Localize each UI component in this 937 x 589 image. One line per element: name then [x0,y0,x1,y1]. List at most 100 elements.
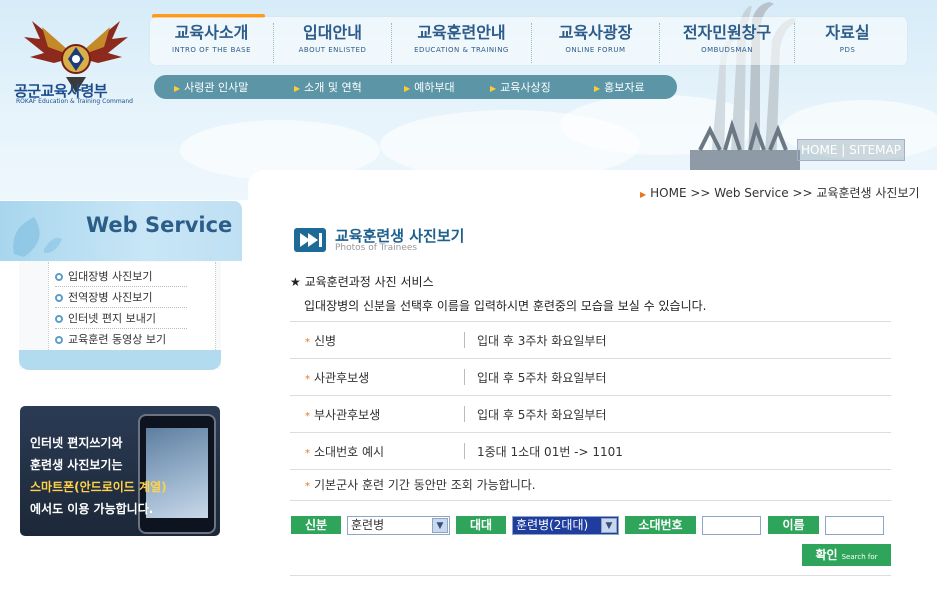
bullet-icon [55,315,63,323]
leaf-icon [13,217,62,257]
info-value: 1중대 1소대 01번 -> 1101 [477,445,623,459]
nav-label: 교육훈련안내 [417,23,506,42]
arrow-icon: ▶ [594,84,601,93]
nav-item-education[interactable]: 교육훈련안내 EDUCATION & TRAINING [392,23,532,63]
subnav-label: 홍보자료 [604,81,645,94]
subnav-item-greeting[interactable]: ▶ 사령관 인사말 [174,79,248,95]
banner-line-highlight: 스마트폰(안드로이드 계열) [30,480,167,494]
row-divider [290,469,891,470]
info-value: 입대 후 5주차 화요일부터 [477,408,607,422]
bottom-divider [290,575,891,576]
nav-label: 교육사광장 [558,23,633,42]
info-label: * 부사관후보생 [305,406,380,423]
nav-item-enlisted[interactable]: 입대안내 ABOUT ENLISTED [274,23,392,63]
nav-label: 입대안내 [303,23,362,42]
info-label-text: 사관후보생 [314,371,370,385]
chevron-down-icon: ▼ [601,518,617,533]
nav-sublabel: ONLINE FORUM [565,46,626,54]
status-select[interactable]: 훈련병 ▼ [347,516,450,535]
status-select-value: 훈련병 [351,518,385,532]
sidebar-item-label: 입대장병 사진보기 [68,270,153,283]
arrow-icon: ▶ [174,84,181,93]
column-separator [464,443,465,459]
nav-item-ombudsman[interactable]: 전자민원창구 OMBUDSMAN [660,23,795,63]
arrow-icon: ▶ [404,84,411,93]
sidebar-item-send-letter[interactable]: 인터넷 편지 보내기 [55,310,187,329]
info-label-text: 부사관후보생 [314,408,381,422]
sidebar-title: Web Service [86,213,233,237]
service-description: 입대장병의 신분을 선택후 이름을 입력하시면 훈련중의 모습을 보실 수 있습… [304,299,707,313]
bullet-icon [55,294,63,302]
info-value: 입대 후 3주차 화요일부터 [477,334,607,348]
name-label: 이름 [768,516,819,534]
smartphone-banner[interactable]: 인터넷 편지쓰기와 훈련생 사진보기는 스마트폰(안드로이드 계열) 에서도 이… [20,406,220,536]
info-label: * 신병 [305,332,336,349]
banner-line: 훈련생 사진보기는 [30,458,123,472]
arrow-icon: ▶ [294,84,301,93]
sidebar-item-enlisted-photos[interactable]: 입대장병 사진보기 [55,268,187,287]
breadcrumb-text: HOME >> Web Service >> 교육훈련생 사진보기 [650,186,920,200]
row-divider [290,358,891,359]
nav-item-intro[interactable]: 교육사소개 INTRO OF THE BASE [150,23,274,63]
status-label: 신분 [291,516,341,534]
subnav-item-symbols[interactable]: ▶ 교육사상징 [490,79,551,95]
nav-sublabel: PDS [839,46,856,54]
info-label-text: 소대번호 예시 [314,445,385,459]
star-icon: * [305,481,310,492]
column-separator [464,369,465,385]
column-separator [464,332,465,348]
star-icon: * [305,448,310,459]
platoon-input[interactable] [702,516,761,535]
banner-line: 에서도 이용 가능합니다. [30,502,154,516]
subnav-label: 예하부대 [414,81,455,94]
page-subtitle: Photos of Trainees [335,243,418,253]
row-divider [290,321,891,322]
confirm-sublabel: Search for [841,553,878,561]
sidebar-item-label: 교육훈련 동영상 보기 [68,333,167,346]
nav-sublabel: OMBUDSMAN [701,46,753,54]
banner-line: 인터넷 편지쓰기와 [30,436,123,450]
confirm-label: 확인 [815,548,838,562]
info-label-text: 신병 [314,334,337,348]
nav-sublabel: ABOUT ENLISTED [298,46,367,54]
sidebar-item-label: 인터넷 편지 보내기 [68,312,156,325]
name-input[interactable] [825,516,884,535]
bullet-icon [55,336,63,344]
confirm-button[interactable]: 확인 Search for [802,544,891,566]
subnav-label: 소개 및 연혁 [304,81,362,94]
bullet-icon [55,273,63,281]
unit-select[interactable]: 훈련병(2대대) ▼ [512,516,619,535]
note-text: * 기본군사 훈련 기간 동안만 조회 가능합니다. [305,476,536,493]
home-sitemap-links: HOME | SITEMAP [797,139,905,161]
nav-label: 전자민원창구 [682,23,772,42]
sub-navigation: ▶ 사령관 인사말 ▶ 소개 및 연혁 ▶ 예하부대 ▶ 교육사상징 ▶ 홍보자료 [154,75,677,99]
subnav-label: 교육사상징 [500,81,551,94]
star-icon: * [305,337,310,348]
sidebar-item-discharged-photos[interactable]: 전역장병 사진보기 [55,289,187,308]
breadcrumb: ▶ HOME >> Web Service >> 교육훈련생 사진보기 [640,184,920,201]
subnav-item-pr[interactable]: ▶ 홍보자료 [594,79,645,95]
chevron-down-icon: ▼ [432,518,448,533]
nav-sublabel: INTRO OF THE BASE [171,46,252,54]
link-separator: | [841,143,846,157]
sidebar-item-training-video[interactable]: 교육훈련 동영상 보기 [55,331,187,349]
service-title: ★ 교육훈련과정 사진 서비스 [290,275,434,289]
info-label: * 소대번호 예시 [305,443,384,460]
arrow-icon: ▶ [640,190,647,199]
info-label: * 사관후보생 [305,369,369,386]
nav-item-pds[interactable]: 자료실 PDS [795,23,900,63]
info-value: 입대 후 5주차 화요일부터 [477,371,607,385]
home-link[interactable]: HOME [801,143,837,157]
star-icon: * [305,374,310,385]
nav-sublabel: EDUCATION & TRAINING [414,46,509,54]
main-navigation: 교육사소개 INTRO OF THE BASE 입대안내 ABOUT ENLIS… [150,17,907,65]
row-divider [290,432,891,433]
star-icon: * [305,411,310,422]
subnav-item-units[interactable]: ▶ 예하부대 [404,79,455,95]
sitemap-link[interactable]: SITEMAP [849,143,901,157]
nav-item-forum[interactable]: 교육사광장 ONLINE FORUM [532,23,660,63]
subnav-item-history[interactable]: ▶ 소개 및 연혁 [294,79,362,95]
title-arrow-icon [294,228,326,252]
note-label: 기본군사 훈련 기간 동안만 조회 가능합니다. [314,478,536,492]
nav-label: 자료실 [825,23,870,42]
